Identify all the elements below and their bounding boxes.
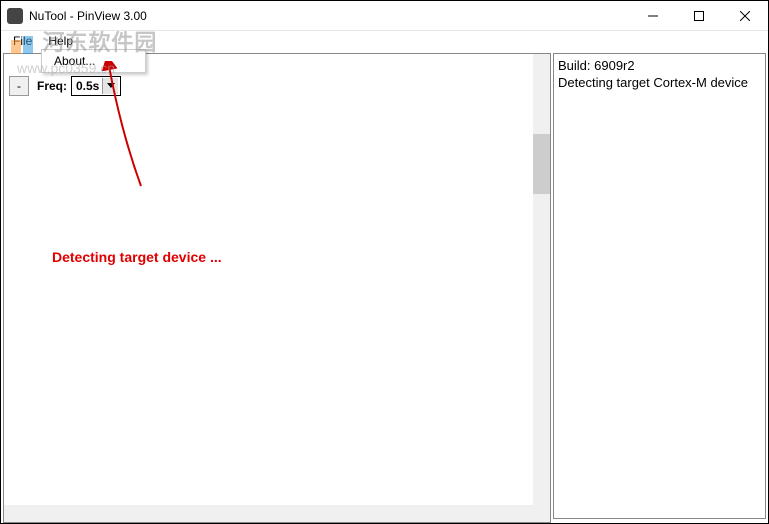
app-icon xyxy=(7,8,23,24)
content-area: Detecting target device ... Build: 6909r… xyxy=(1,51,768,521)
log-line: Detecting target Cortex-M device xyxy=(558,75,761,92)
horizontal-scrollbar[interactable] xyxy=(4,505,533,522)
window-controls xyxy=(630,1,768,30)
menu-about[interactable]: About... xyxy=(42,50,145,72)
detecting-status: Detecting target device ... xyxy=(52,249,222,265)
scrollbar-corner xyxy=(533,505,550,522)
minimize-button[interactable] xyxy=(630,1,676,30)
menu-help[interactable]: Help xyxy=(40,32,81,50)
window-title: NuTool - PinView 3.00 xyxy=(29,9,630,23)
main-pane: Detecting target device ... xyxy=(3,53,551,523)
close-button[interactable] xyxy=(722,1,768,30)
log-pane: Build: 6909r2 Detecting target Cortex-M … xyxy=(553,53,766,519)
menubar: File Help About... xyxy=(1,31,768,51)
titlebar: NuTool - PinView 3.00 xyxy=(1,1,768,31)
log-build: Build: 6909r2 xyxy=(558,58,761,75)
maximize-button[interactable] xyxy=(676,1,722,30)
menu-file[interactable]: File xyxy=(5,32,40,50)
help-dropdown: About... xyxy=(41,49,146,73)
vertical-scrollbar[interactable] xyxy=(533,54,550,505)
scrollbar-thumb[interactable] xyxy=(533,134,550,194)
